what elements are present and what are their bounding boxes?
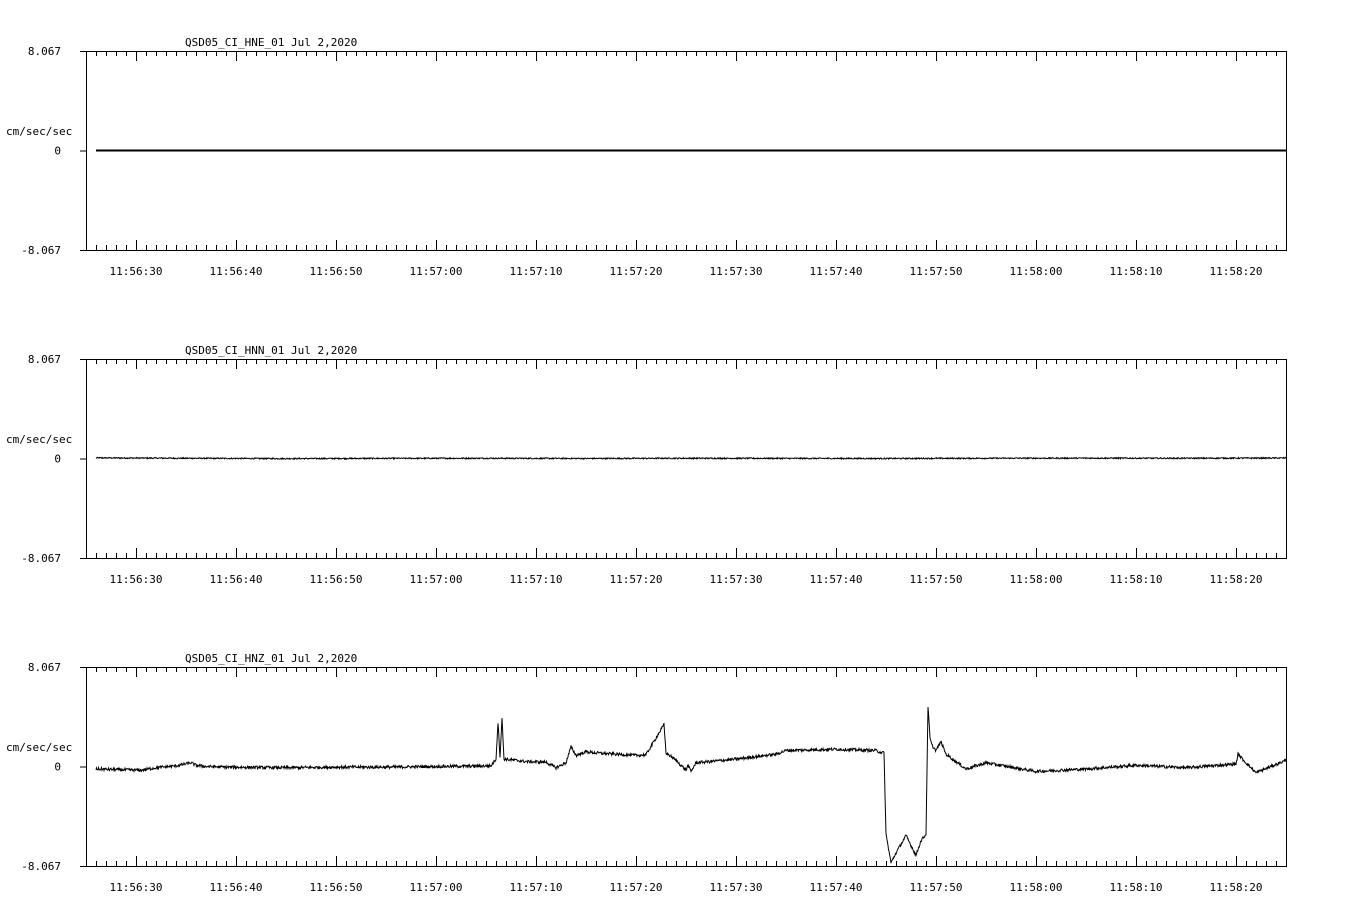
x-tick-label: 11:57:20 [610, 265, 663, 278]
y-tick-label: -8.067 [21, 860, 61, 873]
x-tick-label: 11:56:30 [110, 265, 163, 278]
y-tick-label: 8.067 [28, 45, 61, 58]
x-tick-label: 11:57:10 [510, 881, 563, 894]
x-tick-label: 11:56:30 [110, 573, 163, 586]
y-axis-label: cm/sec/sec [6, 433, 72, 446]
y-tick-label: 8.067 [28, 661, 61, 674]
x-tick-label: 11:57:10 [510, 265, 563, 278]
x-tick-label: 11:57:00 [410, 573, 463, 586]
x-tick-label: 11:57:30 [710, 881, 763, 894]
x-tick-label: 11:57:00 [410, 881, 463, 894]
y-tick-label: 0 [54, 145, 61, 158]
y-tick-label: -8.067 [21, 552, 61, 565]
y-tick-label: 8.067 [28, 353, 61, 366]
x-tick-label: 11:58:10 [1110, 265, 1163, 278]
panel-title: QSD05_CI_HNE_01 Jul 2,2020 [185, 36, 357, 49]
y-tick-label: 0 [54, 761, 61, 774]
x-tick-label: 11:57:20 [610, 573, 663, 586]
x-tick-label: 11:56:40 [210, 573, 263, 586]
y-axis-label: cm/sec/sec [6, 741, 72, 754]
x-tick-label: 11:57:20 [610, 881, 663, 894]
series-line [95, 456, 1287, 461]
x-tick-label: 11:57:50 [910, 265, 963, 278]
x-tick-label: 11:56:50 [310, 881, 363, 894]
x-tick-label: 11:56:50 [310, 573, 363, 586]
x-tick-label: 11:58:00 [1010, 881, 1063, 894]
x-tick-label: 11:56:50 [310, 265, 363, 278]
seismogram-figure: QSD05_CI_HNE_01 Jul 2,2020 cm/sec/sec 8.06… [6, 36, 1287, 894]
x-tick-label: 11:57:40 [810, 265, 863, 278]
x-tick-label: 11:58:20 [1210, 573, 1263, 586]
x-tick-label: 11:57:00 [410, 265, 463, 278]
series-line [95, 707, 1287, 864]
x-tick-label: 11:58:00 [1010, 265, 1063, 278]
x-tick-label: 11:57:30 [710, 265, 763, 278]
x-tick-label: 11:57:30 [710, 573, 763, 586]
y-axis-label: cm/sec/sec [6, 125, 72, 138]
x-tick-label: 11:57:50 [910, 573, 963, 586]
x-tick-label: 11:56:40 [210, 881, 263, 894]
x-tick-label: 11:58:20 [1210, 881, 1263, 894]
panel-title: QSD05_CI_HNN_01 Jul 2,2020 [185, 344, 357, 357]
x-tick-label: 11:56:40 [210, 265, 263, 278]
y-tick-label: 0 [54, 453, 61, 466]
panel-title: QSD05_CI_HNZ_01 Jul 2,2020 [185, 652, 357, 665]
x-tick-label: 11:56:30 [110, 881, 163, 894]
x-tick-label: 11:57:50 [910, 881, 963, 894]
x-tick-label: 11:58:00 [1010, 573, 1063, 586]
x-tick-label: 11:58:10 [1110, 881, 1163, 894]
y-tick-label: -8.067 [21, 244, 61, 257]
x-tick-label: 11:57:40 [810, 881, 863, 894]
x-tick-label: 11:57:40 [810, 573, 863, 586]
x-tick-label: 11:57:10 [510, 573, 563, 586]
x-tick-label: 11:58:20 [1210, 265, 1263, 278]
x-tick-label: 11:58:10 [1110, 573, 1163, 586]
